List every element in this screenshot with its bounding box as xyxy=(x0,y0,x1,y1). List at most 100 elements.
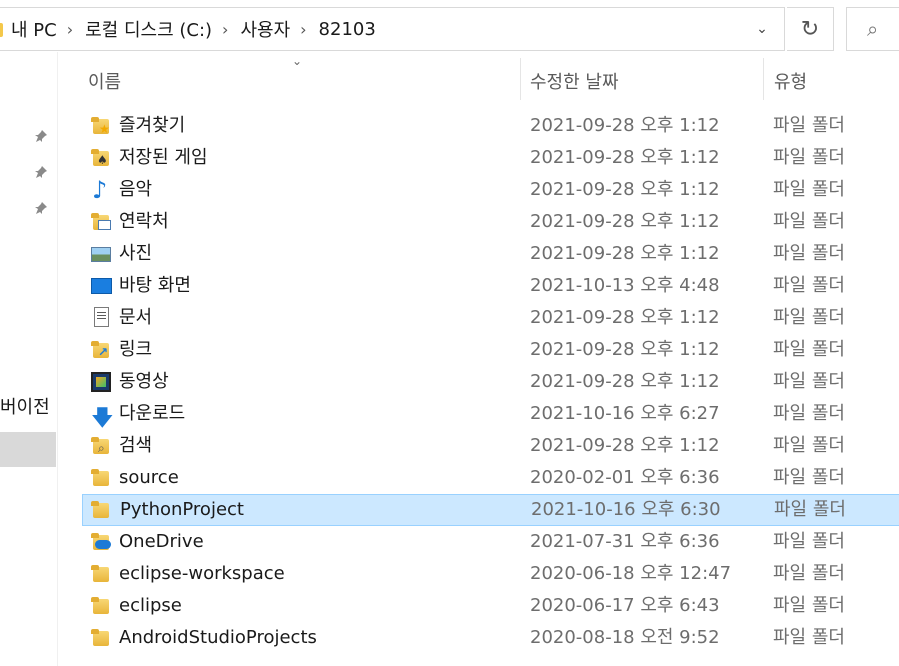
pane-divider[interactable] xyxy=(57,52,58,666)
file-name: eclipse xyxy=(119,595,182,616)
file-date: 2021-09-28 오후 1:12 xyxy=(530,371,720,392)
pin-icon[interactable] xyxy=(34,129,50,145)
table-row[interactable]: eclipse-workspace 2020-06-18 오후 12:47 파일… xyxy=(82,558,899,590)
file-date: 2021-09-28 오후 1:12 xyxy=(530,115,720,136)
chevron-right-icon[interactable]: › xyxy=(300,20,306,39)
breadcrumb-users[interactable]: 사용자 xyxy=(240,16,290,42)
pin-icon[interactable] xyxy=(34,165,50,181)
file-name: 다운로드 xyxy=(119,403,186,424)
file-type: 파일 폴더 xyxy=(773,403,845,424)
table-row[interactable]: AndroidStudioProjects 2020-08-18 오전 9:52… xyxy=(82,622,899,654)
breadcrumb-local-disk[interactable]: 로컬 디스크 (C:) xyxy=(85,16,212,42)
folder-icon xyxy=(91,565,111,583)
folder-icon xyxy=(91,469,111,487)
table-row-selected[interactable]: PythonProject 2021-10-16 오후 6:30 파일 폴더 xyxy=(82,494,899,526)
table-row[interactable]: 문서 2021-09-28 오후 1:12 파일 폴더 xyxy=(82,302,899,334)
file-date: 2021-10-16 오후 6:30 xyxy=(531,499,721,520)
file-type: 파일 폴더 xyxy=(773,211,845,232)
file-date: 2021-09-28 오후 1:12 xyxy=(530,243,720,264)
file-date: 2021-09-28 오후 1:12 xyxy=(530,307,720,328)
onedrive-folder-icon xyxy=(91,533,111,551)
file-type: 파일 폴더 xyxy=(773,371,845,392)
file-type: 파일 폴더 xyxy=(773,435,845,456)
file-type: 파일 폴더 xyxy=(773,115,845,136)
file-type: 파일 폴더 xyxy=(773,467,845,488)
table-row[interactable]: OneDrive 2021-07-31 오후 6:36 파일 폴더 xyxy=(82,526,899,558)
file-name: 즐겨찾기 xyxy=(119,115,186,136)
table-row[interactable]: 동영상 2021-09-28 오후 1:12 파일 폴더 xyxy=(82,366,899,398)
searches-folder-icon: ⌕ xyxy=(91,437,111,455)
file-type: 파일 폴더 xyxy=(773,339,845,360)
file-type: 파일 폴더 xyxy=(773,243,845,264)
chevron-down-icon[interactable]: ⌄ xyxy=(752,19,772,39)
table-row[interactable]: ♠ 저장된 게임 2021-09-28 오후 1:12 파일 폴더 xyxy=(82,142,899,174)
saved-games-folder-icon: ♠ xyxy=(91,149,111,167)
folder-icon xyxy=(91,629,111,647)
table-row[interactable]: source 2020-02-01 오후 6:36 파일 폴더 xyxy=(82,462,899,494)
favorites-folder-icon: ★ xyxy=(91,117,111,135)
sort-arrow-icon: ⌄ xyxy=(292,54,303,68)
file-type: 파일 폴더 xyxy=(773,563,845,584)
table-row[interactable]: ★ 즐겨찾기 2021-09-28 오후 1:12 파일 폴더 xyxy=(82,110,899,142)
file-date: 2020-02-01 오후 6:36 xyxy=(530,467,720,488)
videos-icon xyxy=(91,372,111,392)
breadcrumb-user-folder[interactable]: 82103 xyxy=(319,19,376,40)
file-name: 음악 xyxy=(119,179,153,200)
nav-item-selected[interactable] xyxy=(0,432,56,467)
file-type: 파일 폴더 xyxy=(773,627,845,648)
table-row[interactable]: ⌕ 검색 2021-09-28 오후 1:12 파일 폴더 xyxy=(82,430,899,462)
folder-icon xyxy=(91,597,111,615)
desktop-icon xyxy=(91,277,112,295)
nav-item-label[interactable]: 버이전 xyxy=(0,393,50,419)
file-name: 동영상 xyxy=(119,371,169,392)
chevron-right-icon[interactable]: › xyxy=(222,20,228,39)
file-name: 바탕 화면 xyxy=(119,275,191,296)
table-row[interactable]: 사진 2021-09-28 오후 1:12 파일 폴더 xyxy=(82,238,899,270)
file-name: AndroidStudioProjects xyxy=(119,627,317,648)
links-folder-icon: ↗ xyxy=(91,341,111,359)
table-row[interactable]: 연락처 2021-09-28 오후 1:12 파일 폴더 xyxy=(82,206,899,238)
column-header-date[interactable]: 수정한 날짜 xyxy=(530,66,619,96)
column-divider[interactable] xyxy=(520,58,521,100)
folder-icon xyxy=(91,501,111,519)
file-date: 2020-06-18 오후 12:47 xyxy=(530,563,732,584)
contacts-folder-icon xyxy=(91,213,111,231)
file-type: 파일 폴더 xyxy=(773,307,845,328)
column-header-name[interactable]: 이름 xyxy=(88,66,121,96)
file-date: 2021-09-28 오후 1:12 xyxy=(530,179,720,200)
breadcrumb-this-pc[interactable]: 내 PC xyxy=(11,16,57,42)
file-type: 파일 폴더 xyxy=(774,499,846,520)
file-type: 파일 폴더 xyxy=(773,147,845,168)
file-date: 2021-09-28 오후 1:12 xyxy=(530,435,720,456)
file-type: 파일 폴더 xyxy=(773,179,845,200)
file-name: PythonProject xyxy=(120,499,244,520)
downloads-icon: 🡇 xyxy=(91,406,114,431)
file-type: 파일 폴더 xyxy=(773,531,845,552)
file-date: 2021-10-16 오후 6:27 xyxy=(530,403,720,424)
search-icon: ⌕ xyxy=(867,17,879,41)
refresh-button[interactable]: ↻ xyxy=(787,7,834,51)
refresh-icon: ↻ xyxy=(800,16,820,42)
file-name: 저장된 게임 xyxy=(119,147,208,168)
file-name: 사진 xyxy=(119,243,153,264)
file-name: 검색 xyxy=(119,435,153,456)
table-row[interactable]: ♪ 음악 2021-09-28 오후 1:12 파일 폴더 xyxy=(82,174,899,206)
chevron-right-icon[interactable]: › xyxy=(67,20,73,39)
file-name: OneDrive xyxy=(119,531,204,552)
table-row[interactable]: ↗ 링크 2021-09-28 오후 1:12 파일 폴더 xyxy=(82,334,899,366)
file-date: 2021-09-28 오후 1:12 xyxy=(530,339,720,360)
file-name: 문서 xyxy=(119,307,153,328)
table-row[interactable]: eclipse 2020-06-17 오후 6:43 파일 폴더 xyxy=(82,590,899,622)
breadcrumb: 내 PC › 로컬 디스크 (C:) › 사용자 › 82103 xyxy=(11,8,376,50)
music-icon: ♪ xyxy=(92,176,108,204)
table-row[interactable]: 바탕 화면 2021-10-13 오후 4:48 파일 폴더 xyxy=(82,270,899,302)
pin-icon[interactable] xyxy=(34,201,50,217)
file-type: 파일 폴더 xyxy=(773,275,845,296)
table-row[interactable]: 🡇 다운로드 2021-10-16 오후 6:27 파일 폴더 xyxy=(82,398,899,431)
column-divider[interactable] xyxy=(763,58,764,100)
search-box[interactable]: ⌕ xyxy=(846,7,899,51)
column-header-type[interactable]: 유형 xyxy=(774,66,807,96)
pictures-icon xyxy=(91,245,111,263)
file-name: 연락처 xyxy=(119,211,169,232)
address-bar[interactable]: 내 PC › 로컬 디스크 (C:) › 사용자 › 82103 ⌄ xyxy=(0,7,785,51)
